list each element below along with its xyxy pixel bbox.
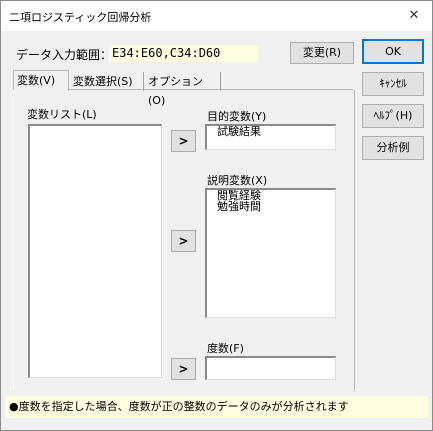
change-range-button[interactable]: 変更(R) (290, 42, 354, 64)
target-variable-box[interactable]: 試験結果 (205, 124, 336, 150)
close-icon[interactable]: ✕ (402, 4, 426, 28)
variable-list-box[interactable] (28, 124, 162, 378)
cancel-button[interactable]: ｷｬﾝｾﾙ (362, 72, 424, 96)
window-title: 二項ロジスティック回帰分析 (9, 11, 152, 24)
dialog-window: 二項ロジスティック回帰分析 ✕ データ入力範囲： E34:E60,C34:D60… (0, 0, 433, 431)
list-item[interactable]: 勉強時間 (207, 201, 335, 212)
add-target-arrow-button[interactable]: > (171, 130, 196, 152)
variable-list-label: 変数リスト(L) (27, 108, 97, 121)
frequency-note: ●度数を指定した場合、度数が正の整数のデータのみが分析されます (5, 396, 428, 418)
frequency-box[interactable] (205, 356, 336, 380)
explanatory-variable-label: 説明変数(X) (207, 174, 268, 187)
tab-variable-selection[interactable]: 変数選択(S) (70, 72, 144, 91)
tab-options[interactable]: オプション(O) (145, 72, 221, 107)
title-bar: 二項ロジスティック回帰分析 ✕ (1, 1, 432, 31)
help-button[interactable]: ﾍﾙﾌﾟ(H) (362, 104, 424, 128)
analysis-example-button[interactable]: 分析例 (362, 136, 424, 160)
frequency-label: 度数(F) (207, 342, 244, 355)
variables-panel: 変数リスト(L) > > > 目的変数(Y) 試験結果 説明変数(X) 閲覧経験… (13, 90, 355, 390)
ok-button[interactable]: OK (362, 39, 424, 64)
range-label: データ入力範囲： (16, 48, 113, 62)
tab-variables[interactable]: 変数(V) (13, 70, 69, 91)
range-value: E34:E60,C34:D60 (109, 45, 258, 62)
explanatory-variable-box[interactable]: 閲覧経験 勉強時間 (205, 188, 336, 318)
target-variable-label: 目的変数(Y) (207, 110, 267, 123)
add-explanatory-arrow-button[interactable]: > (171, 230, 196, 252)
add-frequency-arrow-button[interactable]: > (171, 358, 196, 380)
list-item[interactable]: 試験結果 (207, 126, 335, 137)
